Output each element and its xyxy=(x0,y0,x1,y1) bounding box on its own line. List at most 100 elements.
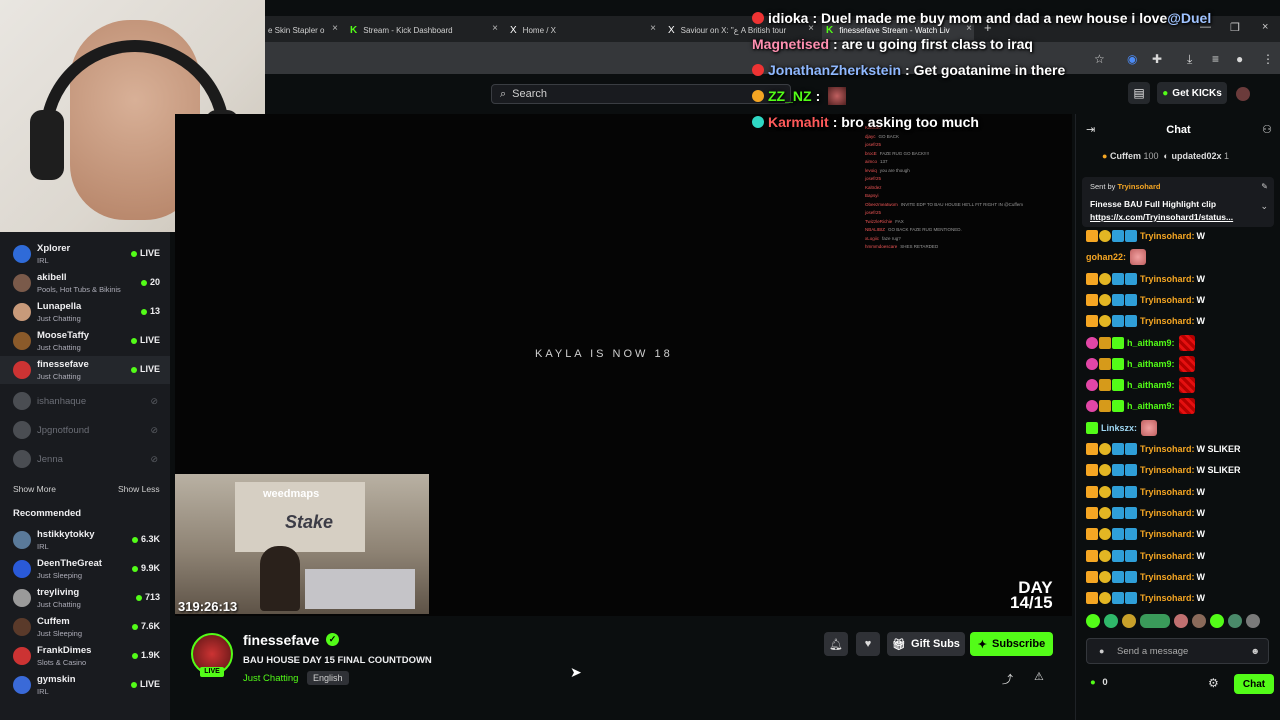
chat-message[interactable]: h_aitham9: xyxy=(1086,334,1195,351)
maximize-window-icon[interactable]: ❐ xyxy=(1230,21,1240,34)
chat-message[interactable]: Tryinsohard: W xyxy=(1086,569,1205,585)
chat-username[interactable]: Tryinsohard: xyxy=(1140,487,1195,497)
chat-username[interactable]: Tryinsohard: xyxy=(1140,551,1195,561)
chat-message[interactable]: Tryinsohard: W xyxy=(1086,505,1205,521)
chat-username[interactable]: Tryinsohard: xyxy=(1140,529,1195,539)
profile-avatar-icon[interactable]: ● xyxy=(1236,52,1243,66)
chat-username[interactable]: Tryinsohard: xyxy=(1140,508,1195,518)
emote-icon[interactable] xyxy=(1228,614,1242,628)
show-less-button[interactable]: Show Less xyxy=(118,484,160,494)
chat-username[interactable]: Tryinsohard: xyxy=(1140,593,1195,603)
warning-icon[interactable]: ⚠ xyxy=(1034,670,1044,683)
chat-username[interactable]: Tryinsohard: xyxy=(1140,316,1195,326)
emote-icon[interactable] xyxy=(1174,614,1188,628)
emoji-picker-icon[interactable]: ☻ xyxy=(1251,646,1260,656)
chat-username[interactable]: Tryinsohard: xyxy=(1140,465,1195,475)
chat-username[interactable]: h_aitham9: xyxy=(1127,380,1175,390)
close-icon[interactable]: × xyxy=(650,23,656,34)
chat-message-input[interactable]: ● Send a message ☻ xyxy=(1086,638,1269,664)
chat-username[interactable]: Tryinsohard: xyxy=(1140,572,1195,582)
sidebar-channel-gymskin[interactable]: gymskin IRL LIVE xyxy=(0,671,170,699)
browser-tab-skin-stapler[interactable]: e Skin Stapler o × xyxy=(268,20,340,40)
chat-message[interactable]: Linkszx: xyxy=(1086,419,1158,436)
chat-username[interactable]: Linkszx: xyxy=(1101,423,1137,433)
chat-message[interactable]: Tryinsohard: W xyxy=(1086,292,1205,308)
stream-category-link[interactable]: Just Chatting xyxy=(243,673,298,684)
sidebar-channel-akibell[interactable]: akibell Pools, Hot Tubs & Bikinis 20 xyxy=(0,269,170,297)
extension-audio-icon[interactable]: ◉ xyxy=(1127,52,1137,66)
chat-message[interactable]: Tryinsohard: W xyxy=(1086,484,1205,500)
show-more-button[interactable]: Show More xyxy=(13,484,56,494)
sidebar-channel-finessefave[interactable]: finessefave Just Chatting LIVE xyxy=(0,356,170,384)
emote-icon[interactable] xyxy=(1104,614,1118,628)
chat-username[interactable]: Tryinsohard: xyxy=(1140,274,1195,284)
close-icon[interactable]: × xyxy=(332,23,338,34)
emote-icon[interactable] xyxy=(1192,614,1206,628)
pinned-message[interactable]: Sent by Tryinsohard ✎ Finesse BAU Full H… xyxy=(1082,177,1274,227)
chat-username[interactable]: Tryinsohard: xyxy=(1140,295,1195,305)
chat-message[interactable]: Tryinsohard: W xyxy=(1086,526,1205,542)
sidebar-channel-xplorer[interactable]: Xplorer IRL LIVE xyxy=(0,240,170,268)
chat-message[interactable]: h_aitham9: xyxy=(1086,377,1195,394)
chevron-down-icon[interactable]: ⌄ xyxy=(1260,201,1268,212)
sidebar-channel-offline[interactable]: Jenna ⊘ xyxy=(0,445,170,473)
chat-message[interactable]: Tryinsohard: W xyxy=(1086,590,1205,606)
dashboard-icon[interactable]: ▤ xyxy=(1128,82,1150,104)
browser-tab-home-x[interactable]: X Home / X × xyxy=(510,20,658,40)
subscribe-button[interactable]: ✦ Subscribe xyxy=(970,632,1053,656)
pinned-link[interactable]: https://x.com/Tryinsohard1/status... xyxy=(1090,212,1233,222)
sidebar-channel-lunapella[interactable]: Lunapella Just Chatting 13 xyxy=(0,298,170,326)
emote-icon[interactable] xyxy=(1246,614,1260,628)
chat-message[interactable]: gohan22: xyxy=(1086,249,1147,266)
sidebar-channel-hstikkytokky[interactable]: hstikkytokky IRL 6.3K xyxy=(0,526,170,554)
chat-message[interactable]: Tryinsohard: W SLIKER xyxy=(1086,441,1241,457)
sidebar-channel-moosetaffy[interactable]: MooseTaffy Just Chatting LIVE xyxy=(0,327,170,355)
emote-icon[interactable] xyxy=(1122,614,1136,628)
pin-icon[interactable]: ✎ xyxy=(1261,182,1268,191)
sidebar-channel-frankdimes[interactable]: FrankDimes Slots & Casino 1.9K xyxy=(0,642,170,670)
extensions-puzzle-icon[interactable]: ✚ xyxy=(1152,52,1162,66)
user-list-icon[interactable]: ⚇ xyxy=(1262,123,1272,136)
gifter-name[interactable]: Cuffem xyxy=(1110,151,1141,161)
close-window-icon[interactable]: × xyxy=(1262,21,1268,33)
send-chat-button[interactable]: Chat xyxy=(1234,674,1274,694)
download-icon[interactable]: ⤓ xyxy=(1187,52,1192,67)
follow-heart-button[interactable]: ♥ xyxy=(856,632,880,656)
chat-username[interactable]: h_aitham9: xyxy=(1127,401,1175,411)
bookmark-star-icon[interactable]: ☆ xyxy=(1094,52,1105,66)
sidebar-channel-deenthegreat[interactable]: DeenTheGreat Just Sleeping 9.9K xyxy=(0,555,170,583)
emote-icon[interactable] xyxy=(1140,614,1170,628)
chat-message[interactable]: Tryinsohard: W xyxy=(1086,313,1205,329)
chat-username[interactable]: Tryinsohard: xyxy=(1140,231,1195,241)
emote-icon[interactable] xyxy=(1210,614,1224,628)
chat-username[interactable]: h_aitham9: xyxy=(1127,338,1175,348)
sidebar-channel-offline[interactable]: Jpgnotfound ⊘ xyxy=(0,416,170,444)
emote-icon[interactable] xyxy=(1086,614,1100,628)
browser-menu-icon[interactable]: ⋮ xyxy=(1262,52,1274,66)
chat-message[interactable]: Tryinsohard: W xyxy=(1086,271,1205,287)
get-kicks-button[interactable]: ● Get KICKs xyxy=(1157,82,1227,104)
streamer-name[interactable]: finessefave xyxy=(243,632,319,648)
chat-username[interactable]: Tryinsohard: xyxy=(1140,444,1195,454)
gear-icon[interactable]: ⚙ xyxy=(1208,676,1219,690)
chat-username[interactable]: h_aitham9: xyxy=(1127,359,1175,369)
language-tag[interactable]: English xyxy=(307,671,349,685)
user-avatar[interactable] xyxy=(1236,87,1250,101)
chat-message[interactable]: Tryinsohard: W xyxy=(1086,228,1205,244)
chat-username[interactable]: gohan22: xyxy=(1086,252,1126,262)
share-icon[interactable]: ⤴ xyxy=(1002,671,1013,687)
gift-subs-button[interactable]: 🎁︎ Gift Subs xyxy=(887,632,965,656)
sidebar-channel-treyliving[interactable]: treyliving Just Chatting 713 xyxy=(0,584,170,612)
close-icon[interactable]: × xyxy=(492,23,498,34)
chat-message[interactable]: h_aitham9: xyxy=(1086,398,1195,415)
video-player[interactable]: Kaltrdez djayc GO BACK josefr25 brocE FAZE RU… xyxy=(175,114,1072,616)
notification-bell-button[interactable]: 🔔︎ xyxy=(824,632,848,656)
chat-message[interactable]: Tryinsohard: W SLIKER xyxy=(1086,462,1241,478)
chat-message[interactable]: h_aitham9: xyxy=(1086,355,1195,372)
chat-message[interactable]: Tryinsohard: W xyxy=(1086,548,1205,564)
reading-list-icon[interactable]: ≡ xyxy=(1212,52,1219,66)
sidebar-channel-cuffem[interactable]: Cuffem Just Sleeping 7.6K xyxy=(0,613,170,641)
sidebar-channel-offline[interactable]: ishanhaque ⊘ xyxy=(0,387,170,415)
browser-tab-kick-dashboard[interactable]: K Stream - Kick Dashboard × xyxy=(350,20,500,40)
search-input[interactable]: ⌕ Search xyxy=(491,84,791,104)
